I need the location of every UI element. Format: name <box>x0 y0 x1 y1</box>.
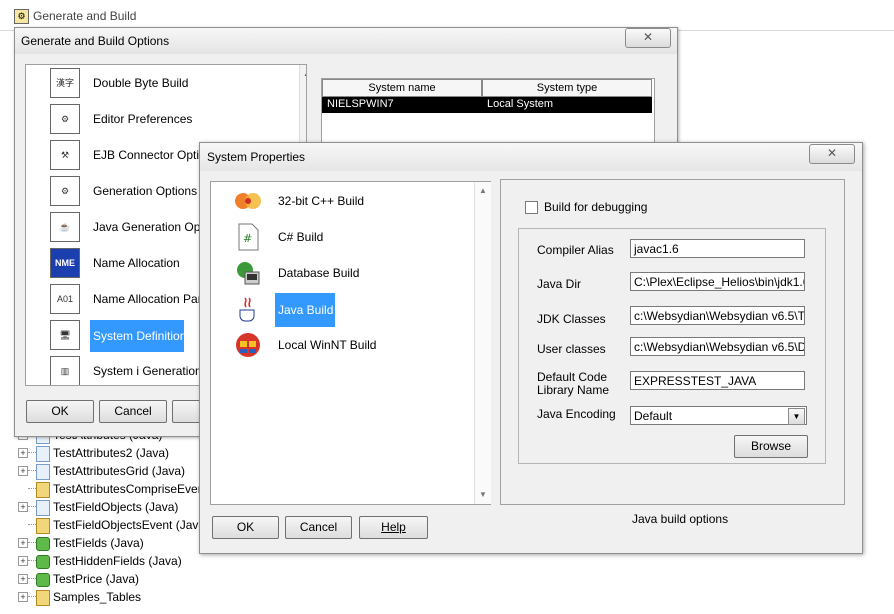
ok-button[interactable]: OK <box>212 516 279 539</box>
column-header-system-name[interactable]: System name <box>322 79 482 97</box>
list-item[interactable]: Database Build <box>233 255 473 291</box>
list-item[interactable]: # C# Build <box>233 219 473 255</box>
table-row[interactable]: NIELSPWIN7 Local System <box>322 97 652 113</box>
name-allocation-icon: NME <box>50 248 80 278</box>
list-item[interactable]: 漢字 Double Byte Build <box>50 65 290 101</box>
object-icon <box>36 446 50 462</box>
scroll-up-icon[interactable]: ▲ <box>303 69 306 78</box>
puzzle-icon <box>36 573 50 587</box>
expand-icon[interactable]: + <box>18 466 28 476</box>
expand-icon[interactable]: + <box>18 538 28 548</box>
editor-preferences-icon: ⚙ <box>50 104 80 134</box>
tree-item[interactable]: + TestPrice (Java) <box>10 570 270 588</box>
java-cup-icon <box>239 297 255 322</box>
expand-icon[interactable]: + <box>18 502 28 512</box>
system-properties-dialog: System Properties ✕ 32-bit C++ Build # C… <box>199 142 863 554</box>
default-code-library-label-line2: Library Name <box>537 383 610 397</box>
java-dir-label: Java Dir <box>537 277 582 291</box>
dialog-titlebar: System Properties ✕ <box>200 143 862 171</box>
java-cup-icon: ☕ <box>50 212 80 242</box>
list-item[interactable]: Local WinNT Build <box>233 327 473 363</box>
user-classes-input[interactable]: c:\Websydian\Websydian v6.5\Dev <box>630 337 805 356</box>
ejb-connector-icon: ⚒ <box>50 140 80 170</box>
list-item[interactable]: ⚙ Editor Preferences <box>50 101 290 137</box>
expand-icon[interactable]: + <box>18 574 28 584</box>
ok-button[interactable]: OK <box>26 400 94 423</box>
build-types-list: 32-bit C++ Build # C# Build Database Bui… <box>210 181 491 505</box>
user-classes-label: User classes <box>537 342 606 356</box>
help-button[interactable]: Help <box>359 516 428 539</box>
computer-icon: 🖥 <box>50 320 80 350</box>
dialog-title: Generate and Build Options <box>21 34 170 48</box>
cancel-button[interactable]: Cancel <box>285 516 352 539</box>
scroll-down-icon[interactable]: ▼ <box>479 490 487 499</box>
expand-icon[interactable]: + <box>18 556 28 566</box>
jdk-classes-input[interactable]: c:\Websydian\Websydian v6.5\Tem <box>630 306 805 325</box>
cpp-build-icon <box>235 193 261 209</box>
tree-item[interactable]: + TestHiddenFields (Java) <box>10 552 270 570</box>
double-byte-icon: 漢字 <box>50 68 80 98</box>
debug-checkbox-label: Build for debugging <box>544 200 648 214</box>
table-header: System name System type <box>322 79 654 97</box>
scroll-up-icon[interactable]: ▲ <box>479 186 487 195</box>
event-icon <box>36 482 50 498</box>
panel-caption: Java build options <box>632 512 729 526</box>
dialog-titlebar: Generate and Build Options ✕ <box>15 28 677 54</box>
puzzle-icon <box>36 537 50 551</box>
expand-icon[interactable]: + <box>18 448 28 458</box>
list-scrollbar[interactable]: ▲ ▼ <box>474 182 491 504</box>
java-encoding-select[interactable]: Default ▼ <box>630 406 807 425</box>
jdk-classes-label: JDK Classes <box>537 312 606 326</box>
dialog-title: System Properties <box>207 150 306 164</box>
name-allocation-params-icon: A01 <box>50 284 80 314</box>
compiler-settings-group: Compiler Alias javac1.6 Java Dir C:\Plex… <box>518 228 826 464</box>
chevron-down-icon[interactable]: ▼ <box>788 408 805 425</box>
svg-text:#: # <box>243 232 252 245</box>
system-i-icon: ▥ <box>50 356 80 385</box>
column-header-system-type[interactable]: System type <box>482 79 652 97</box>
cancel-button[interactable]: Cancel <box>99 400 167 423</box>
object-icon <box>36 464 50 480</box>
expand-icon[interactable]: + <box>18 592 28 602</box>
main-window-title: Generate and Build <box>33 9 137 23</box>
tree-item[interactable]: + Samples_Tables <box>10 588 270 606</box>
default-code-library-label-line1: Default Code <box>537 370 608 384</box>
java-dir-input[interactable]: C:\Plex\Eclipse_Helios\bin\jdk1.6.0_ <box>630 272 805 291</box>
java-encoding-label: Java Encoding <box>537 407 616 421</box>
java-build-options-panel: Build for debugging Compiler Alias javac… <box>500 179 845 505</box>
windows-nt-icon <box>236 333 260 357</box>
puzzle-icon <box>36 555 50 569</box>
database-icon <box>237 262 260 285</box>
folder-icon <box>36 590 50 606</box>
list-item-selected[interactable]: Java Build <box>233 291 473 327</box>
compiler-alias-label: Compiler Alias <box>537 243 614 257</box>
csharp-file-icon: # <box>238 223 259 251</box>
object-icon <box>36 500 50 516</box>
list-item[interactable]: 32-bit C++ Build <box>233 183 473 219</box>
close-button[interactable]: ✕ <box>625 28 671 48</box>
generation-options-icon: ⚙ <box>50 176 80 206</box>
app-icon: ⚙ <box>14 9 29 24</box>
event-icon <box>36 518 50 534</box>
compiler-alias-input[interactable]: javac1.6 <box>630 239 805 258</box>
default-code-library-input[interactable]: EXPRESSTEST_JAVA <box>630 371 805 390</box>
close-button[interactable]: ✕ <box>809 144 855 164</box>
debug-checkbox[interactable] <box>525 201 538 214</box>
browse-button[interactable]: Browse <box>734 435 808 458</box>
